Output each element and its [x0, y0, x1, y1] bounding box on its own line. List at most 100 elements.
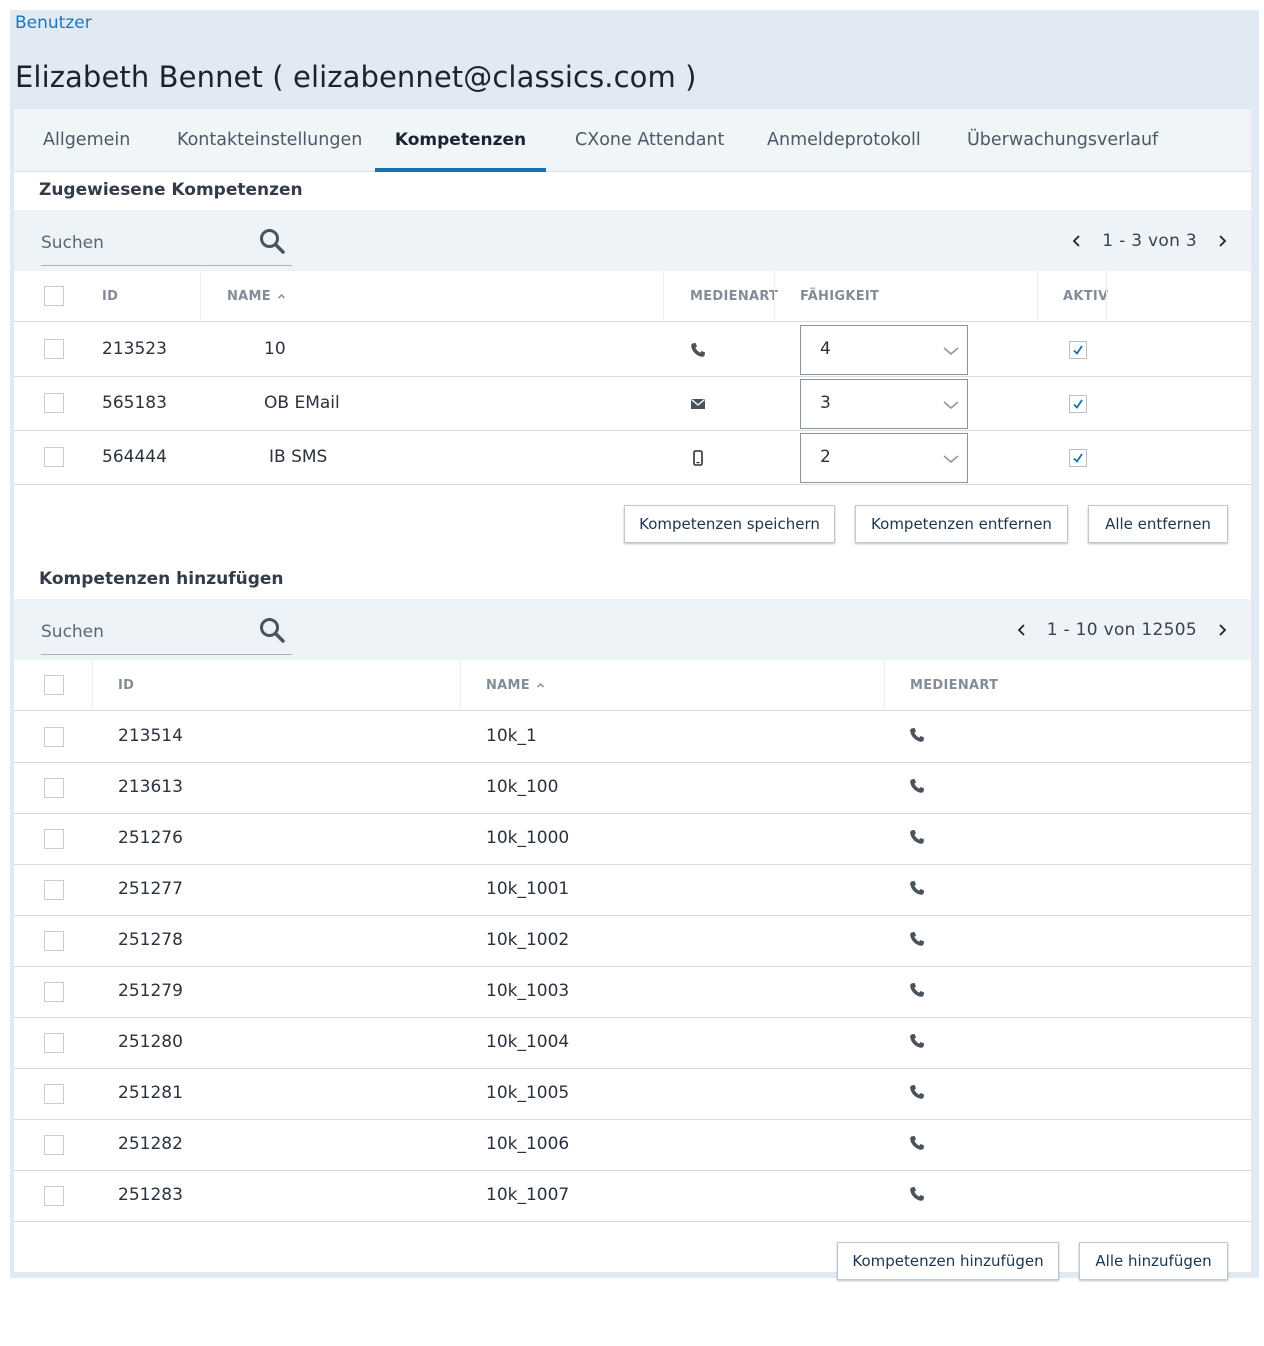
- tab-kontakteinstellungen[interactable]: Kontakteinstellungen: [177, 109, 362, 172]
- add-section-title: Kompetenzen hinzufügen: [39, 569, 284, 589]
- add-all-button[interactable]: Alle hinzufügen: [1079, 1242, 1228, 1280]
- col-name[interactable]: NAME: [227, 271, 286, 322]
- col-active[interactable]: AKTIV: [1063, 271, 1108, 322]
- add-search: [41, 611, 292, 655]
- phone-icon: [910, 830, 924, 844]
- row-checkbox[interactable]: [44, 1186, 64, 1206]
- assigned-pager: 1 - 3 von 3: [1070, 210, 1229, 271]
- table-row: 251281 10k_1005: [14, 1069, 1251, 1120]
- row-id: 213514: [118, 726, 183, 746]
- row-id: 565183: [102, 393, 167, 413]
- tab-anmeldeprotokoll[interactable]: Anmeldeprotokoll: [767, 109, 921, 172]
- chevron-down-icon: [943, 401, 959, 410]
- remove-skills-button[interactable]: Kompetenzen entfernen: [855, 505, 1068, 543]
- table-row: 213523 10 4: [14, 323, 1251, 377]
- phone-icon: [910, 1136, 924, 1150]
- tab-cxone-attendant[interactable]: CXone Attendant: [575, 109, 724, 172]
- assigned-search: [41, 222, 292, 266]
- phone-icon: [910, 728, 924, 742]
- chevron-down-icon: [943, 347, 959, 356]
- sort-asc-icon: [536, 682, 544, 688]
- row-checkbox[interactable]: [44, 447, 64, 467]
- sort-asc-icon: [277, 293, 285, 299]
- skill-level-select[interactable]: 4: [800, 325, 968, 375]
- row-checkbox[interactable]: [44, 1135, 64, 1155]
- row-name: IB SMS: [269, 447, 328, 467]
- row-checkbox[interactable]: [44, 393, 64, 413]
- row-name: 10k_100: [486, 777, 559, 797]
- row-id: 251280: [118, 1032, 183, 1052]
- table-row: 251280 10k_1004: [14, 1018, 1251, 1069]
- row-checkbox[interactable]: [44, 727, 64, 747]
- row-checkbox[interactable]: [44, 1033, 64, 1053]
- col-id[interactable]: ID: [118, 660, 134, 711]
- row-checkbox[interactable]: [44, 982, 64, 1002]
- phone-icon: [691, 343, 705, 357]
- skill-level-select[interactable]: 2: [800, 433, 968, 483]
- row-checkbox[interactable]: [44, 339, 64, 359]
- page-title: Elizabeth Bennet ( elizabennet@classics.…: [15, 60, 697, 94]
- select-all-checkbox[interactable]: [44, 286, 64, 306]
- row-checkbox[interactable]: [44, 829, 64, 849]
- remove-all-button[interactable]: Alle entfernen: [1088, 505, 1228, 543]
- row-name: 10k_1004: [486, 1032, 570, 1052]
- tab-ueberwachungsverlauf[interactable]: Überwachungsverlauf: [967, 109, 1158, 172]
- skill-level-value: 3: [820, 393, 831, 413]
- assigned-section-title: Zugewiesene Kompetenzen: [39, 180, 303, 200]
- row-checkbox[interactable]: [44, 778, 64, 798]
- checkmark-icon: [1073, 453, 1083, 463]
- phone-icon: [910, 932, 924, 946]
- table-row: 251283 10k_1007: [14, 1171, 1251, 1222]
- table-row: 251279 10k_1003: [14, 967, 1251, 1018]
- row-checkbox[interactable]: [44, 931, 64, 951]
- col-media[interactable]: MEDIENART: [910, 660, 998, 711]
- add-skills-button[interactable]: Kompetenzen hinzufügen: [837, 1242, 1059, 1280]
- select-all-checkbox[interactable]: [44, 675, 64, 695]
- row-id: 564444: [102, 447, 167, 467]
- mobile-icon: [693, 450, 703, 466]
- chevron-left-icon[interactable]: [1070, 234, 1084, 248]
- table-row: 251278 10k_1002: [14, 916, 1251, 967]
- row-id: 213523: [102, 339, 167, 359]
- chevron-left-icon[interactable]: [1015, 623, 1029, 637]
- add-table-header: ID NAME MEDIENART: [14, 660, 1251, 711]
- add-search-input[interactable]: [41, 617, 241, 647]
- skill-level-value: 4: [820, 339, 831, 359]
- active-checkbox[interactable]: [1069, 341, 1087, 359]
- tab-kompetenzen[interactable]: Kompetenzen: [375, 109, 546, 172]
- col-name-label: NAME: [227, 289, 271, 304]
- assigned-search-input[interactable]: [41, 228, 241, 258]
- active-checkbox[interactable]: [1069, 395, 1087, 413]
- save-skills-button[interactable]: Kompetenzen speichern: [624, 505, 835, 543]
- skill-level-select[interactable]: 3: [800, 379, 968, 429]
- table-row: 565183 OB EMail 3: [14, 377, 1251, 431]
- row-id: 251281: [118, 1083, 183, 1103]
- phone-icon: [910, 779, 924, 793]
- row-name: 10k_1005: [486, 1083, 570, 1103]
- col-skill[interactable]: FÄHIGKEIT: [800, 271, 879, 322]
- row-name: 10k_1006: [486, 1134, 570, 1154]
- search-icon[interactable]: [258, 227, 286, 255]
- breadcrumb-benutzer[interactable]: Benutzer: [15, 13, 92, 33]
- row-name: 10k_1: [486, 726, 537, 746]
- phone-icon: [910, 983, 924, 997]
- chevron-right-icon[interactable]: [1215, 234, 1229, 248]
- row-checkbox[interactable]: [44, 880, 64, 900]
- phone-icon: [910, 1034, 924, 1048]
- active-checkbox[interactable]: [1069, 449, 1087, 467]
- tab-allgemein[interactable]: Allgemein: [43, 109, 130, 172]
- col-id[interactable]: ID: [102, 271, 118, 322]
- page-frame: Benutzer Elizabeth Bennet ( elizabennet@…: [10, 10, 1259, 1280]
- row-id: 251283: [118, 1185, 183, 1205]
- add-pager: 1 - 10 von 12505: [1015, 599, 1229, 660]
- assigned-table-header: ID NAME MEDIENART FÄHIGKEIT AKTIV: [14, 271, 1251, 322]
- row-checkbox[interactable]: [44, 1084, 64, 1104]
- col-media[interactable]: MEDIENART: [690, 271, 778, 322]
- table-row: 564444 IB SMS 2: [14, 431, 1251, 485]
- chevron-right-icon[interactable]: [1215, 623, 1229, 637]
- row-name: 10: [264, 339, 286, 359]
- row-id: 251277: [118, 879, 183, 899]
- col-name[interactable]: NAME: [486, 660, 545, 711]
- search-icon[interactable]: [258, 616, 286, 644]
- main-content: Allgemein Kontakteinstellungen Kompetenz…: [14, 109, 1251, 1280]
